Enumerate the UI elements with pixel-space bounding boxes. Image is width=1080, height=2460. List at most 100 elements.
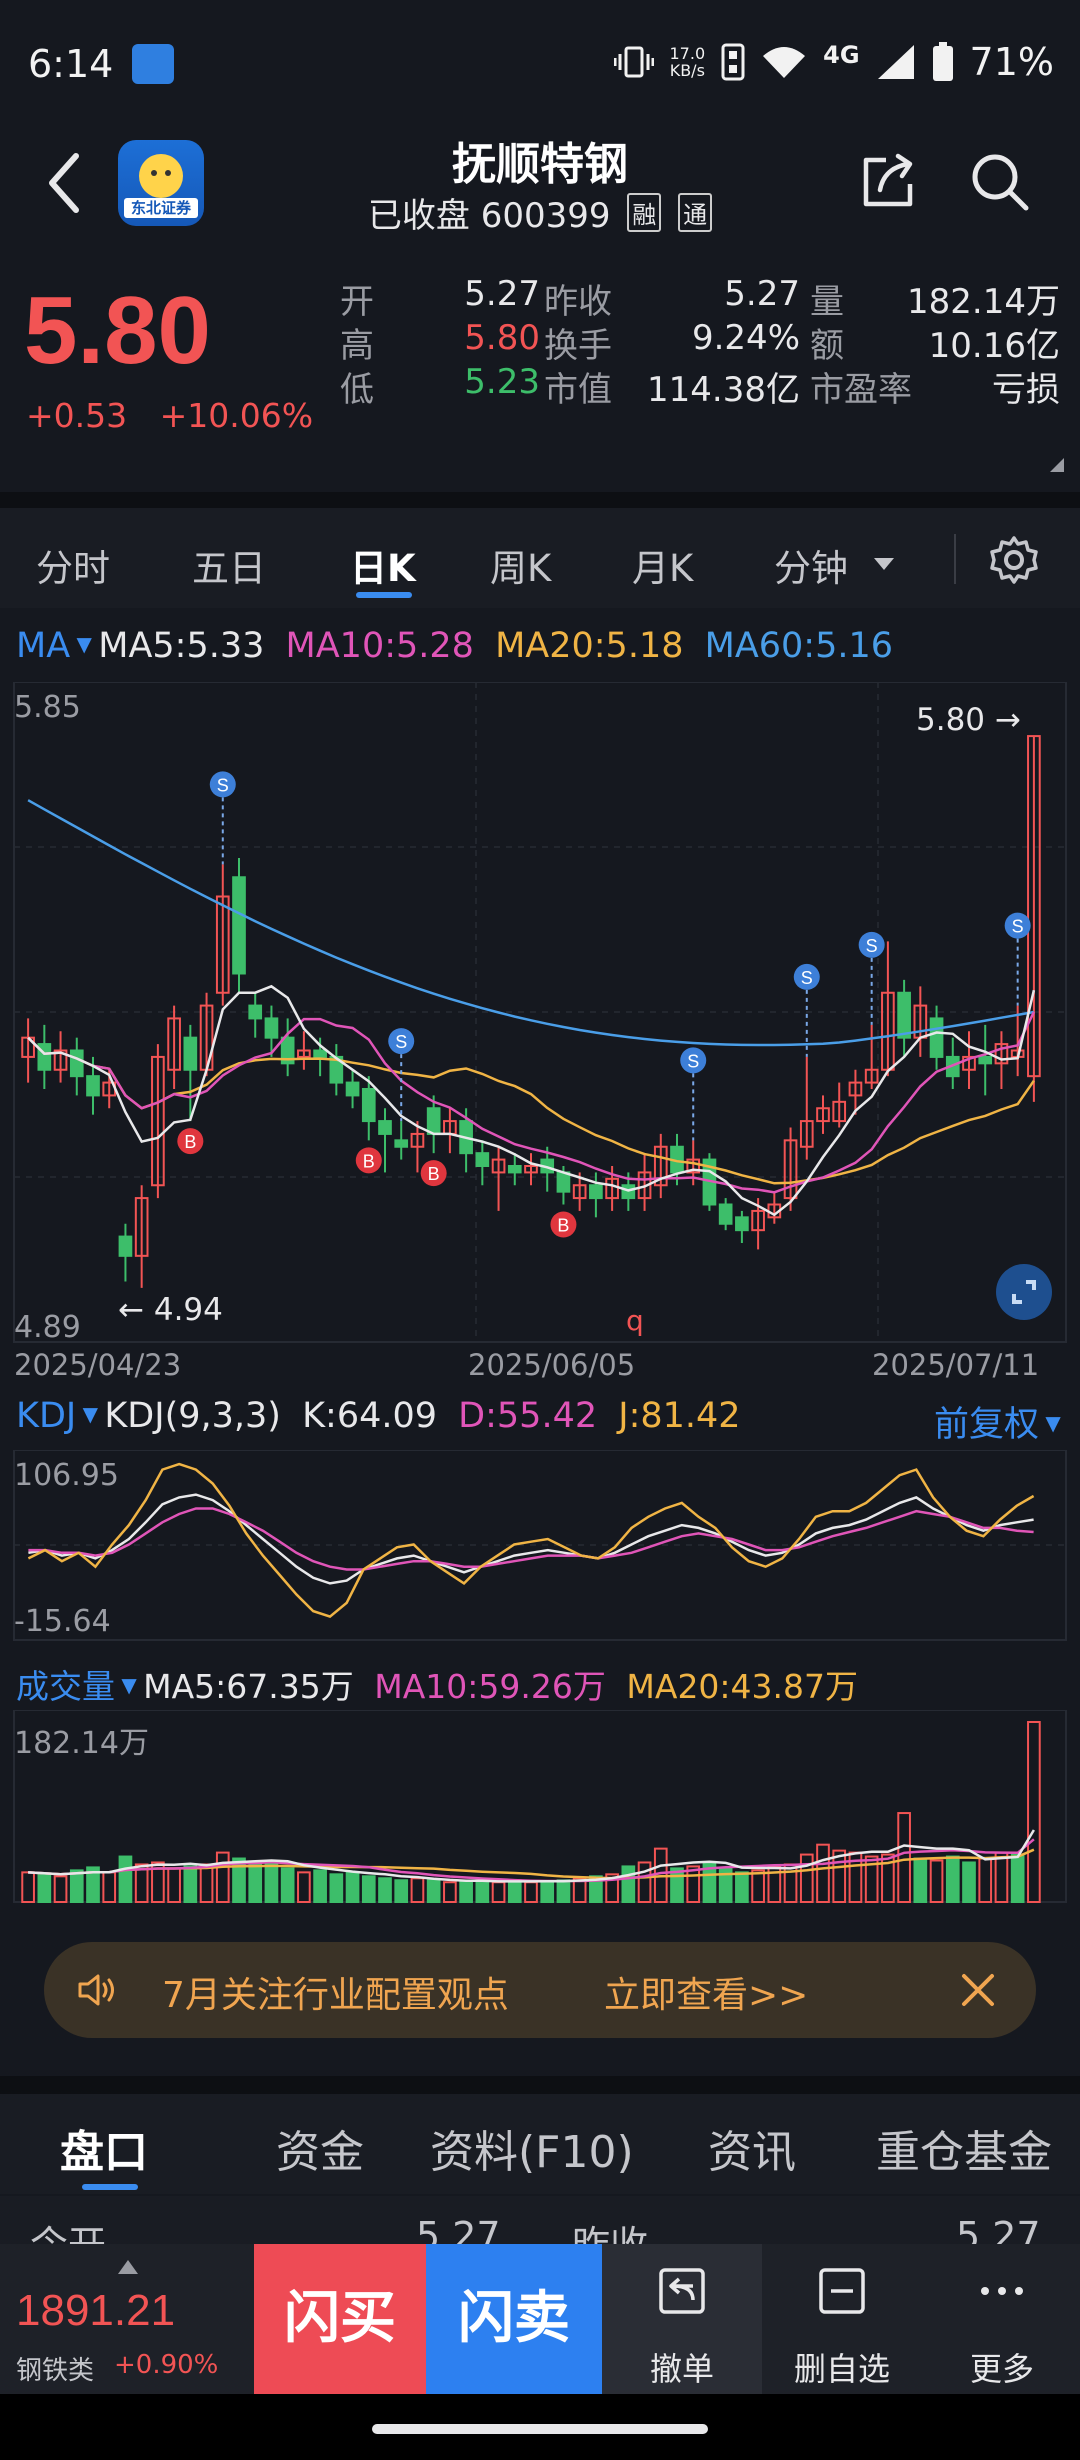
order-book-peek: 今开 5.27 昨收 5.27	[0, 2196, 1080, 2246]
kdj-k-line	[28, 1493, 1034, 1585]
quote-value: 114.38亿	[647, 370, 800, 410]
tab-daily-k[interactable]: 日K	[350, 538, 416, 592]
volume-chart[interactable]	[0, 1710, 1080, 1910]
candle	[556, 1171, 571, 1193]
sell-marker-label: S	[1012, 917, 1024, 937]
active-tab-indicator	[356, 592, 412, 598]
vol-ma10-label: MA10:59.26万	[374, 1667, 606, 1706]
fullscreen-button[interactable]	[996, 1264, 1052, 1320]
tab-funds[interactable]: 资金	[276, 2116, 364, 2180]
volume-frame	[13, 1710, 1067, 1903]
tab-news[interactable]: 资讯	[708, 2116, 796, 2180]
sell-marker-label: S	[801, 968, 813, 988]
volume-legend: 成交量 ▼ MA5:67.35万 MA10:59.26万 MA20:43.87万	[16, 1660, 858, 1708]
current-price: 5.80	[24, 277, 211, 384]
volume-bar	[410, 1877, 425, 1904]
sell-marker-label: S	[866, 936, 878, 956]
net-speed: 17.0 KB/s	[669, 44, 706, 80]
prev-close-label: 昨收	[572, 2223, 649, 2246]
volume-bar	[183, 1865, 198, 1904]
volume-bar	[556, 1879, 571, 1904]
cancel-order-label: 撤单	[649, 2350, 714, 2388]
candle	[589, 1184, 603, 1200]
kdj-legend: KDJ ▼ KDJ(9,3,3) K:64.09 D:55.42 J:81.42	[16, 1396, 741, 1436]
candle	[248, 1004, 263, 1020]
quick-buy-button[interactable]: 闪买	[254, 2244, 426, 2394]
speaker-icon	[78, 1974, 114, 2006]
settings-gear-icon[interactable]	[988, 534, 1040, 586]
expand-up-icon[interactable]	[118, 2260, 138, 2274]
close-icon[interactable]	[960, 1972, 996, 2008]
notification-icon	[132, 44, 174, 84]
volume-bar	[670, 1867, 684, 1904]
prev-close-value: 5.27	[956, 2214, 1041, 2246]
remove-watchlist-button[interactable]: 删自选	[762, 2244, 922, 2394]
candle	[183, 1036, 198, 1071]
adjust-mode-selector[interactable]: 前复权 ▼	[934, 1396, 1061, 1447]
tab-monthly-k[interactable]: 月K	[632, 538, 693, 592]
ma-indicator-name[interactable]: MA	[16, 626, 70, 666]
volume-bar	[459, 1881, 473, 1904]
quote-label: 量	[810, 282, 844, 322]
volume-bar	[507, 1879, 522, 1904]
volume-bar	[248, 1863, 263, 1904]
volume-dropdown-icon[interactable]: ▼	[115, 1673, 143, 1697]
volume-bar	[1027, 1721, 1041, 1903]
candlestick-chart[interactable]: B B B B S S S S S S	[0, 682, 1080, 1392]
sector-index-value[interactable]: 1891.21	[16, 2286, 175, 2336]
ma-dropdown-icon[interactable]: ▼	[70, 632, 98, 656]
candle	[507, 1165, 522, 1174]
quote-label: 额	[810, 326, 844, 366]
period-tabs: 分时 五日 日K 周K 月K 分钟	[0, 508, 1080, 608]
quote-value: 5.80	[464, 318, 540, 358]
notice-banner[interactable]: 7月关注行业配置观点 立即查看>>	[44, 1942, 1036, 2038]
tab-separator	[954, 534, 956, 584]
remove-watchlist-label: 删自选	[793, 2350, 890, 2388]
volume-indicator-name[interactable]: 成交量	[16, 1667, 115, 1706]
date-mid: 2025/06/05	[468, 1348, 636, 1382]
status-bar: 6:14 17.0 KB/s 4G 71%	[0, 0, 1080, 120]
open-label: 今开	[30, 2223, 107, 2246]
volume-bar	[102, 1871, 117, 1904]
quote-value: 9.24%	[691, 318, 800, 358]
more-button[interactable]: 更多	[922, 2244, 1080, 2394]
connect-badge: 通	[678, 193, 713, 232]
candle	[37, 1043, 52, 1071]
volume-bar	[313, 1869, 327, 1904]
volume-bar	[378, 1877, 392, 1904]
volume-bar	[21, 1871, 35, 1904]
tab-timeshare[interactable]: 分时	[36, 538, 110, 592]
tab-five-day[interactable]: 五日	[192, 538, 266, 592]
expand-corner-icon[interactable]	[1050, 458, 1064, 472]
tab-minute[interactable]: 分钟	[774, 538, 848, 592]
fullscreen-icon	[1012, 1280, 1036, 1304]
tab-weekly-k[interactable]: 周K	[490, 538, 551, 592]
quick-sell-button[interactable]: 闪卖	[426, 2244, 602, 2394]
candle	[86, 1075, 100, 1097]
volume-bar	[280, 1867, 295, 1904]
kdj-chart[interactable]	[0, 1450, 1080, 1650]
search-icon[interactable]	[968, 150, 1030, 212]
volume-bar	[264, 1861, 279, 1904]
dropdown-caret-icon[interactable]	[872, 556, 896, 572]
home-indicator[interactable]	[372, 2424, 708, 2434]
volume-bar	[962, 1861, 976, 1904]
price-axis-max: 5.85	[14, 690, 81, 725]
buy-marker-label: B	[428, 1164, 440, 1184]
kdj-indicator-name[interactable]: KDJ	[16, 1396, 76, 1436]
kdj-dropdown-icon[interactable]: ▼	[76, 1402, 104, 1426]
quote-label: 昨收	[544, 282, 612, 322]
tab-fund-holdings[interactable]: 重仓基金	[876, 2116, 1052, 2180]
more-label: 更多	[969, 2350, 1034, 2388]
volume-bar	[913, 1857, 928, 1904]
tab-order-book[interactable]: 盘口	[60, 2116, 148, 2180]
kdj-j-line	[27, 1462, 1035, 1619]
candle	[345, 1081, 360, 1097]
tab-f10[interactable]: 资料(F10)	[430, 2116, 634, 2180]
share-icon[interactable]	[858, 152, 918, 212]
volume-bar	[199, 1863, 214, 1904]
notice-view-link[interactable]: 立即查看>>	[604, 1966, 808, 2018]
cancel-order-button[interactable]: 撤单	[602, 2244, 762, 2394]
candle	[313, 1049, 327, 1058]
wifi-icon	[763, 47, 806, 78]
